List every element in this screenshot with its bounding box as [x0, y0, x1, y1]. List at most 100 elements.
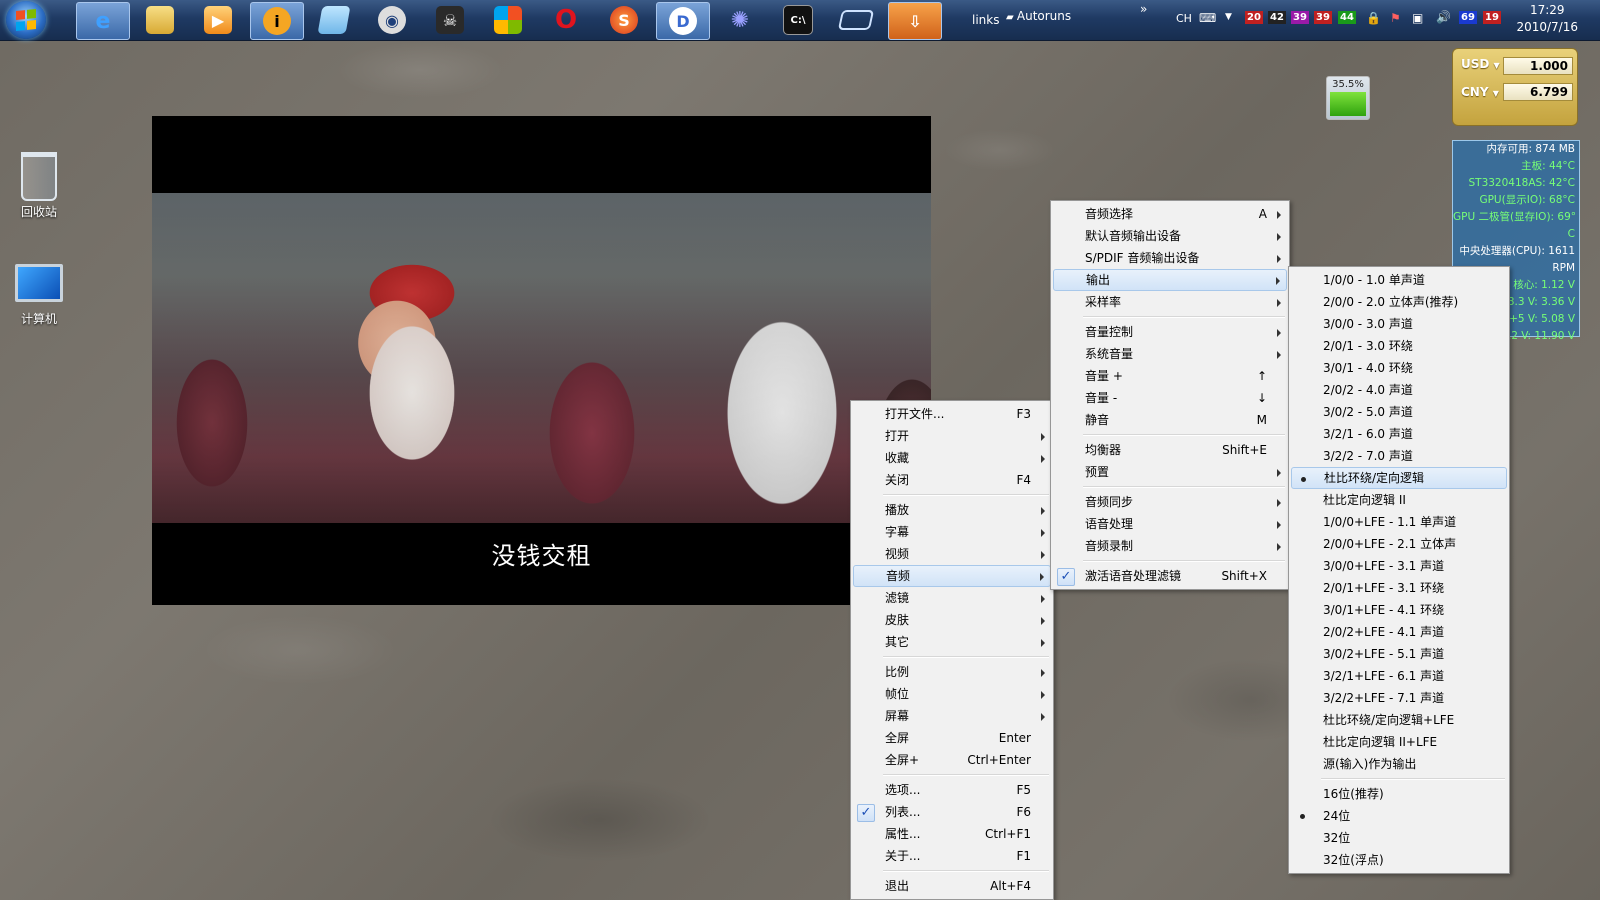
tray-counter-icon[interactable]: 69	[1459, 11, 1477, 24]
main-menu-item[interactable]: 关闭 F4	[853, 469, 1051, 491]
main-menu-item[interactable]: 收藏	[853, 447, 1051, 469]
audio-menu-item[interactable]: ✓ 激活语音处理滤镜 Shift+X	[1053, 565, 1287, 587]
main-menu-item[interactable]: 全屏 Enter	[853, 727, 1051, 749]
alien-app-taskbar-button[interactable]: ☠	[424, 2, 476, 38]
audio-menu-item[interactable]: S/PDIF 音频输出设备	[1053, 247, 1287, 269]
notepad-taskbar-button[interactable]	[308, 2, 360, 38]
windows-app-taskbar-button[interactable]	[482, 2, 534, 38]
main-menu-item[interactable]: 属性... Ctrl+F1	[853, 823, 1051, 845]
eye-app-taskbar-button[interactable]: ◉	[366, 2, 418, 38]
output-menu-item[interactable]: 3/0/0+LFE - 3.1 声道	[1291, 555, 1507, 577]
audio-menu-item[interactable]: 音量控制	[1053, 321, 1287, 343]
flower-app-taskbar-button[interactable]: ✺	[714, 2, 766, 38]
main-menu-item[interactable]: 打开文件... F3	[853, 403, 1051, 425]
main-menu-item[interactable]: 比例	[853, 661, 1051, 683]
main-menu-item[interactable]: 皮肤	[853, 609, 1051, 631]
main-menu-item[interactable]: ✓ 列表... F6	[853, 801, 1051, 823]
main-menu-item[interactable]: 选项... F5	[853, 779, 1051, 801]
player-taskbar-button[interactable]: ⇩	[888, 2, 942, 40]
audio-menu-item[interactable]: 均衡器 Shift+E	[1053, 439, 1287, 461]
start-button[interactable]	[6, 1, 46, 39]
currency-value-cny[interactable]: 6.799	[1503, 83, 1573, 101]
audio-menu-item[interactable]: 音频同步	[1053, 491, 1287, 513]
volume-icon[interactable]: 🔊	[1436, 10, 1451, 24]
main-menu-item[interactable]: 打开	[853, 425, 1051, 447]
output-menu-item[interactable]: 杜比定向逻辑 II	[1291, 489, 1507, 511]
main-menu-item[interactable]: 滤镜	[853, 587, 1051, 609]
audio-menu-item[interactable]: 采样率	[1053, 291, 1287, 313]
lock-icon[interactable]: 🔒	[1366, 11, 1381, 25]
output-menu-item[interactable]: 3/0/2+LFE - 5.1 声道	[1291, 643, 1507, 665]
autoruns-quicklaunch[interactable]: ▰ Autoruns	[1006, 9, 1071, 23]
tray-counter-icon[interactable]: 44	[1338, 11, 1356, 24]
tray-expand-icon[interactable]: ▼	[1225, 12, 1232, 22]
output-menu-item[interactable]: 2/0/0+LFE - 2.1 立体声	[1291, 533, 1507, 555]
main-menu-item[interactable]: 全屏+ Ctrl+Enter	[853, 749, 1051, 771]
output-menu-item[interactable]: 2/0/1 - 3.0 环绕	[1291, 335, 1507, 357]
orange-app-taskbar-button[interactable]: S	[598, 2, 650, 38]
info-taskbar-button[interactable]: i	[250, 2, 304, 40]
tray-counter-icon[interactable]: 20	[1245, 11, 1263, 24]
cpu-meter-gadget[interactable]: 35.5%	[1326, 76, 1370, 120]
output-menu-item[interactable]: 1/0/0 - 1.0 单声道	[1291, 269, 1507, 291]
computer-desktop-icon[interactable]: 计算机	[4, 264, 74, 327]
clock[interactable]: 17:29 2010/7/16	[1516, 2, 1578, 36]
main-menu-item[interactable]: 其它	[853, 631, 1051, 653]
output-menu-item[interactable]: 24位	[1291, 805, 1507, 827]
recycle-bin-desktop-icon[interactable]: 回收站	[4, 152, 74, 220]
action-center-flag-icon[interactable]: ⚑	[1390, 11, 1401, 25]
toolbar-overflow-chevron[interactable]: »	[1140, 2, 1147, 16]
currency-value-usd[interactable]: 1.000	[1503, 57, 1573, 75]
audio-menu-item[interactable]: 音量 + ↑	[1053, 365, 1287, 387]
output-menu-item[interactable]: 杜比环绕/定向逻辑	[1291, 467, 1507, 489]
ie-taskbar-button[interactable]: e	[76, 2, 130, 40]
main-menu-item[interactable]: 退出 Alt+F4	[853, 875, 1051, 897]
audio-menu-item[interactable]: 音量 - ↓	[1053, 387, 1287, 409]
main-menu-item[interactable]: 帧位	[853, 683, 1051, 705]
audio-menu-item[interactable]: 静音 M	[1053, 409, 1287, 431]
output-menu-item[interactable]: 3/2/1 - 6.0 声道	[1291, 423, 1507, 445]
output-menu-item[interactable]: 3/2/2 - 7.0 声道	[1291, 445, 1507, 467]
output-menu-item[interactable]: 杜比定向逻辑 II+LFE	[1291, 731, 1507, 753]
main-menu-item[interactable]: 视频	[853, 543, 1051, 565]
video-frame[interactable]	[152, 193, 931, 523]
video-player-window[interactable]: 没钱交租	[152, 116, 931, 605]
keyboard-icon[interactable]: ⌨	[1199, 11, 1216, 25]
currency-code-usd[interactable]: USD ▼	[1461, 57, 1500, 71]
output-menu-item[interactable]: 3/2/2+LFE - 7.1 声道	[1291, 687, 1507, 709]
explorer-taskbar-button[interactable]	[134, 2, 186, 38]
output-menu-item[interactable]: 3/0/0 - 3.0 声道	[1291, 313, 1507, 335]
app-window-taskbar-button[interactable]	[830, 2, 882, 38]
tray-counter-icon[interactable]: 19	[1483, 11, 1501, 24]
output-menu-item[interactable]: 3/0/2 - 5.0 声道	[1291, 401, 1507, 423]
network-icon[interactable]: ▣	[1412, 11, 1423, 25]
cmd-taskbar-button[interactable]: C:\	[772, 2, 824, 38]
output-menu-item[interactable]: 1/0/0+LFE - 1.1 单声道	[1291, 511, 1507, 533]
audio-menu-item[interactable]: 音频录制	[1053, 535, 1287, 557]
currency-gadget[interactable]: USD ▼ 1.000 CNY ▼ 6.799	[1452, 48, 1578, 126]
d-app-taskbar-button[interactable]: D	[656, 2, 710, 40]
tray-counter-icon[interactable]: 42	[1268, 11, 1286, 24]
currency-code-cny[interactable]: CNY ▼	[1461, 85, 1499, 99]
audio-menu-item[interactable]: 系统音量	[1053, 343, 1287, 365]
tray-counter-icon[interactable]: 39	[1314, 11, 1332, 24]
output-menu-item[interactable]: 16位(推荐)	[1291, 783, 1507, 805]
output-menu-item[interactable]: 3/0/1 - 4.0 环绕	[1291, 357, 1507, 379]
audio-menu-item[interactable]: 默认音频输出设备	[1053, 225, 1287, 247]
main-menu-item[interactable]: 字幕	[853, 521, 1051, 543]
output-menu-item[interactable]: 2/0/1+LFE - 3.1 环绕	[1291, 577, 1507, 599]
output-menu-item[interactable]: 3/2/1+LFE - 6.1 声道	[1291, 665, 1507, 687]
main-menu-item[interactable]: 关于... F1	[853, 845, 1051, 867]
media-player-taskbar-button[interactable]: ▶	[192, 2, 244, 38]
audio-menu-item[interactable]: 音频选择 A	[1053, 203, 1287, 225]
language-indicator[interactable]: CH	[1176, 12, 1192, 25]
output-menu-item[interactable]: 2/0/0 - 2.0 立体声(推荐)	[1291, 291, 1507, 313]
output-menu-item[interactable]: 杜比环绕/定向逻辑+LFE	[1291, 709, 1507, 731]
audio-menu-item[interactable]: 预置	[1053, 461, 1287, 483]
main-menu-item[interactable]: 屏幕	[853, 705, 1051, 727]
main-menu-item[interactable]: 播放	[853, 499, 1051, 521]
links-toolbar-label[interactable]: links	[972, 13, 999, 27]
tray-counter-icon[interactable]: 39	[1291, 11, 1309, 24]
opera-taskbar-button[interactable]: O	[540, 2, 592, 38]
audio-menu-item[interactable]: 语音处理	[1053, 513, 1287, 535]
